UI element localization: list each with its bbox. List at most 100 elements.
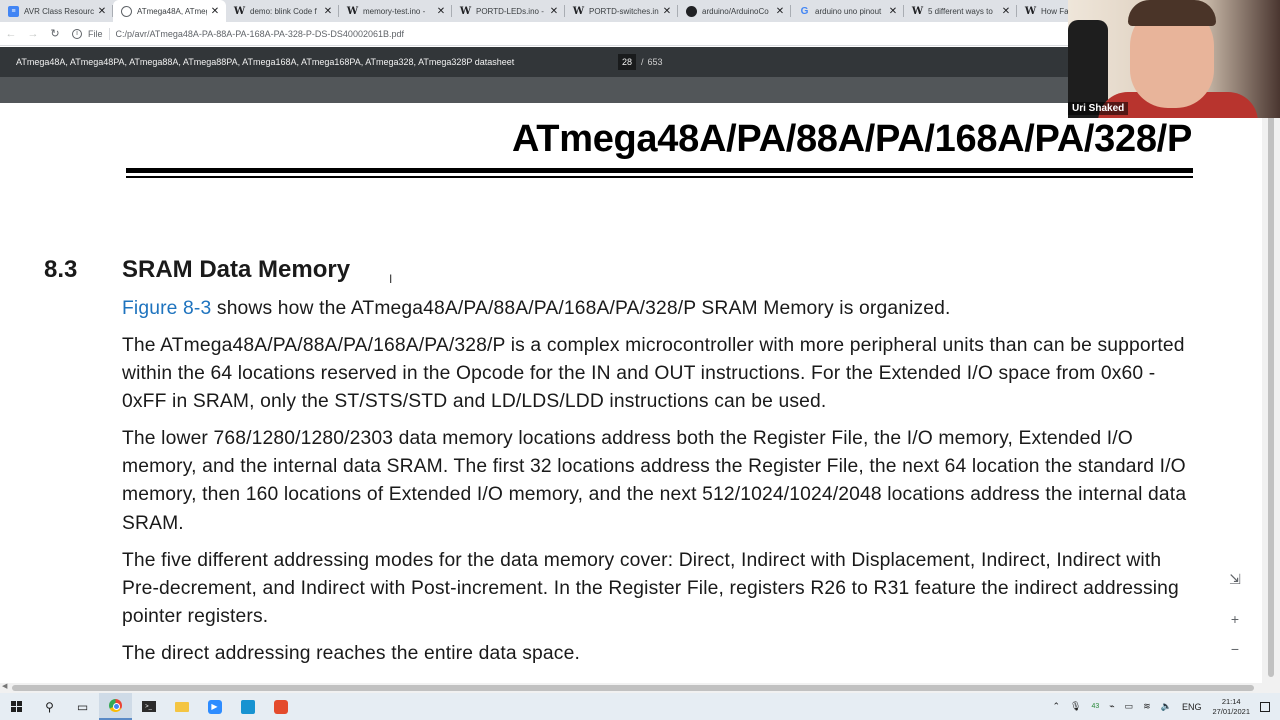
paragraph-3: The lower 768/1280/1280/2303 data memory… (122, 428, 1187, 534)
tab-title: AVR Class Resource (24, 6, 94, 16)
zoom-in-icon[interactable]: + (1224, 608, 1246, 630)
search-icon[interactable]: ⚲ (33, 693, 66, 720)
webcam-name-label: Uri Shaked (1068, 102, 1129, 115)
horizontal-scrollbar[interactable]: ◀ (0, 683, 1280, 693)
url-text[interactable]: C:/p/avr/ATmega48A-PA-88A-PA-168A-PA-328… (116, 29, 404, 39)
section-number: 8.3 (44, 256, 78, 283)
language-indicator[interactable]: ENG (1182, 702, 1202, 712)
close-icon[interactable]: ✕ (323, 6, 333, 17)
windows-icon (11, 701, 22, 712)
wifi-icon[interactable]: ≋ (1143, 701, 1151, 712)
tab-avr-class-resources[interactable]: ≡ AVR Class Resource ✕ (0, 0, 113, 22)
tab-5-different-ways[interactable]: W 5 different ways to ✕ (904, 0, 1017, 22)
taskbar-app[interactable] (264, 693, 297, 720)
doc-icon: ≡ (8, 5, 19, 17)
tab-memory-test[interactable]: W memory-test.ino - ✕ (339, 0, 452, 22)
tab-portd-leds[interactable]: W PORTD-LEDs.ino - ✕ (452, 0, 565, 22)
paragraph-4: The five different addressing modes for … (122, 550, 1179, 628)
network-icon[interactable]: ⌁ (1109, 701, 1114, 712)
pdf-title: ATmega48A, ATmega48PA, ATmega88A, ATmega… (16, 57, 515, 67)
back-arrow-icon[interactable]: ← (0, 23, 22, 45)
close-icon[interactable]: ✕ (210, 6, 220, 17)
reload-icon[interactable]: ↻ (44, 23, 66, 45)
scroll-left-icon[interactable]: ◀ (2, 682, 7, 690)
taskbar-zoom[interactable]: ▶ (198, 693, 231, 720)
github-icon (686, 5, 697, 17)
close-icon[interactable]: ✕ (1001, 6, 1011, 17)
paragraph-1-text: shows how the ATmega48A/PA/88A/PA/168A/P… (211, 298, 951, 319)
tab-arduino-uno-pinout[interactable]: G arduino uno pinout ✕ (791, 0, 904, 22)
zoom-icon: ▶ (207, 699, 222, 714)
tab-title: PORTD-LEDs.ino - (476, 6, 544, 16)
tab-title: ATmega48A, ATmeg (137, 6, 207, 16)
scheme-label: File (88, 28, 103, 39)
battery-icon[interactable]: ▭ (1125, 701, 1134, 712)
google-icon: G (800, 5, 809, 17)
volume-icon[interactable]: 🔈 (1161, 701, 1172, 712)
microphone-icon[interactable]: 🎙 (1070, 701, 1081, 712)
close-icon[interactable]: ✕ (549, 6, 559, 17)
paragraph-5: The direct addressing reaches the entire… (122, 643, 580, 664)
page-total: 653 (647, 57, 663, 67)
scrollbar-thumb[interactable] (1268, 107, 1274, 677)
clock-time: 21:14 (1221, 696, 1241, 706)
close-icon[interactable]: ✕ (775, 6, 785, 17)
section-title: SRAM Data Memory (122, 256, 351, 283)
tab-atmega-datasheet[interactable]: ATmega48A, ATmeg ✕ (113, 0, 226, 22)
webcam-hair (1128, 0, 1216, 26)
taskbar-file-explorer[interactable] (165, 693, 198, 720)
header-rule-thin (126, 176, 1193, 178)
vscode-icon (240, 699, 255, 714)
vertical-scrollbar[interactable] (1262, 103, 1280, 683)
task-view-icon[interactable]: ▭ (66, 693, 99, 720)
notification-icon[interactable] (1260, 701, 1270, 712)
globe-icon (121, 5, 132, 17)
pdf-page: ATmega48A/PA/88A/PA/168A/PA/328/P 8.3 SR… (0, 103, 1262, 683)
tab-title: arduino uno pinout (815, 6, 882, 16)
paragraph-1: Figure 8-3 shows how the ATmega48A/PA/88… (122, 295, 1197, 323)
w-icon: W (233, 5, 246, 17)
tab-demo-blink[interactable]: W demo: blink Code f ✕ (226, 0, 339, 22)
w-icon: W (459, 5, 472, 17)
tab-arduino-github[interactable]: arduino/ArduinoCo ✕ (678, 0, 791, 22)
app-icon (273, 699, 288, 714)
w-icon: W (1024, 5, 1037, 17)
fit-page-icon[interactable]: ⇲ (1224, 568, 1246, 590)
chevron-up-icon[interactable]: ⌃ (1052, 701, 1060, 712)
start-button[interactable] (0, 693, 33, 720)
forward-arrow-icon[interactable]: → (22, 23, 44, 45)
figure-link[interactable]: Figure 8-3 (122, 298, 211, 319)
chrome-icon (109, 699, 122, 712)
paragraph-2: The ATmega48A/PA/88A/PA/168A/PA/328/P is… (122, 335, 1185, 413)
clock[interactable]: 21:14 27/01/2021 (1212, 697, 1250, 717)
folder-icon (174, 701, 189, 712)
info-icon[interactable]: i (72, 28, 82, 39)
clock-date: 27/01/2021 (1212, 706, 1250, 716)
tab-portd-switches[interactable]: W PORTD-switches.ino ✕ (565, 0, 678, 22)
zoom-out-icon[interactable]: − (1224, 638, 1246, 660)
webcam-overlay: Uri Shaked (1068, 0, 1280, 118)
text-cursor-icon: I (389, 272, 393, 286)
taskbar-terminal[interactable]: >_ (132, 693, 165, 720)
address-bar[interactable]: i File C:/p/avr/ATmega48A-PA-88A-PA-168A… (72, 24, 404, 44)
taskbar-vscode[interactable] (231, 693, 264, 720)
taskbar-chrome[interactable] (99, 693, 132, 720)
close-icon[interactable]: ✕ (662, 6, 672, 17)
w-icon: W (911, 5, 924, 17)
tray-badge[interactable]: 43 (1091, 703, 1099, 710)
tab-title: memory-test.ino - (363, 6, 426, 16)
page-number-input[interactable]: 28 (618, 54, 637, 70)
document-header-title: ATmega48A/PA/88A/PA/168A/PA/328/P (511, 118, 1192, 160)
w-icon: W (572, 5, 585, 17)
header-rule (126, 168, 1193, 173)
system-tray: ⌃ 🎙 43 ⌁ ▭ ≋ 🔈 ENG 21:14 27/01/2021 (1047, 693, 1280, 720)
tab-title: PORTD-switches.ino (589, 6, 659, 16)
tab-title: arduino/ArduinoCo (702, 6, 769, 16)
tab-title: demo: blink Code f (250, 6, 317, 16)
close-icon[interactable]: ✕ (888, 6, 898, 17)
scrollbar-thumb[interactable] (12, 685, 1254, 691)
w-icon: W (346, 5, 359, 17)
close-icon[interactable]: ✕ (97, 6, 107, 17)
tab-title: 5 different ways to (928, 6, 993, 16)
close-icon[interactable]: ✕ (436, 6, 446, 17)
